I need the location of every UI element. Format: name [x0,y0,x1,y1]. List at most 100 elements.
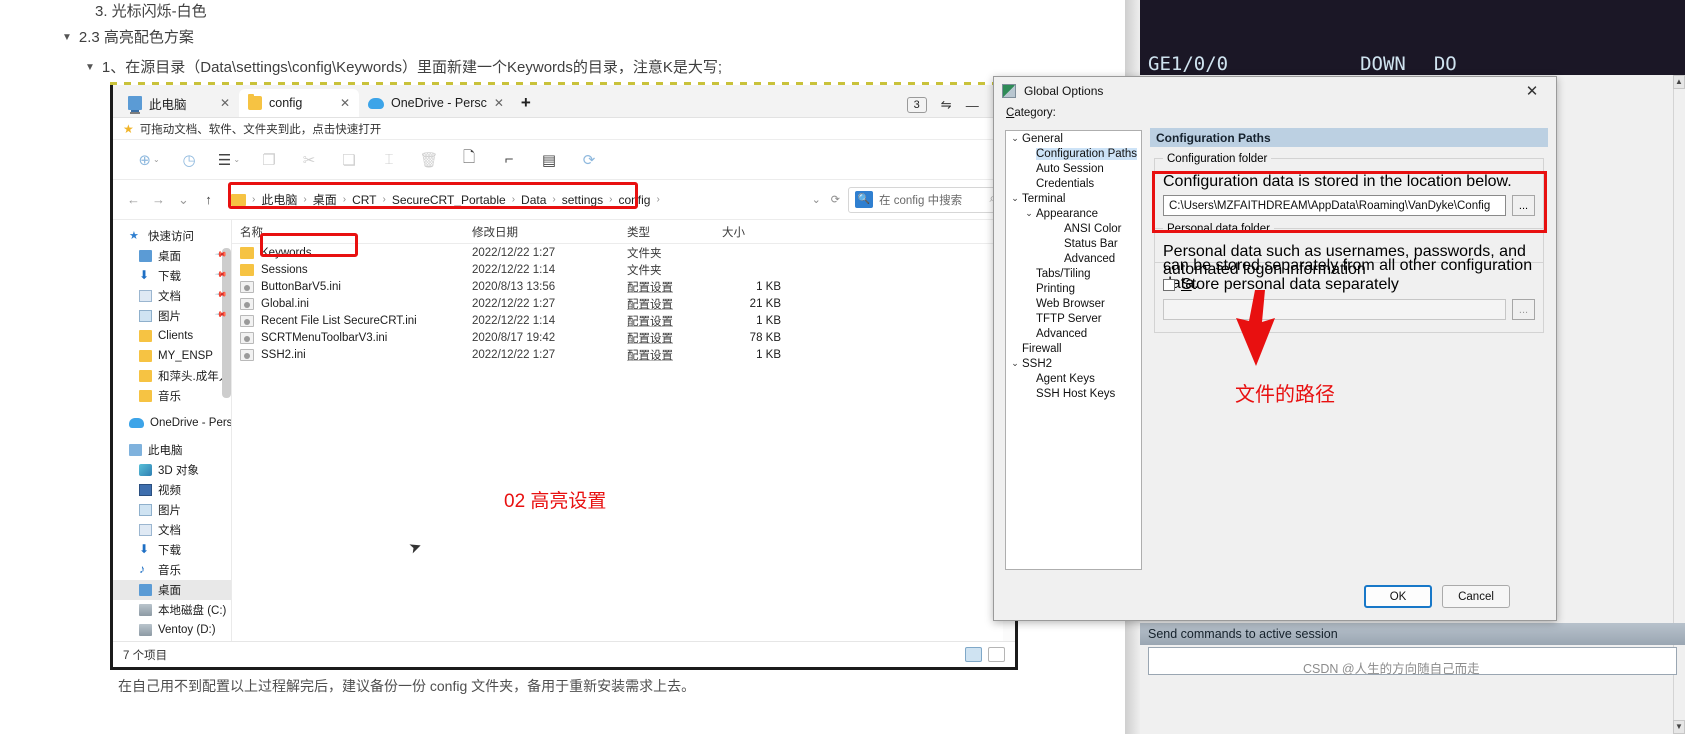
nav-item-8[interactable]: 音乐 [113,386,231,406]
close-icon[interactable]: ✕ [1514,78,1550,104]
nav-item-13[interactable]: 图片 [113,500,231,520]
preview-button[interactable]: ▤ [529,145,569,175]
table-row[interactable]: Recent File List SecureCRT.ini 2022/12/22… [232,312,1015,329]
category-node-15[interactable]: ⌄ SSH2 [1006,356,1141,371]
nav-item-17[interactable]: 桌面 [113,580,231,600]
nav-item-19[interactable]: Ventoy (D:) [113,620,231,640]
breadcrumb-item[interactable]: CRT [352,193,376,207]
category-node-16[interactable]: Agent Keys [1006,371,1141,386]
category-node-12[interactable]: TFTP Server [1006,311,1141,326]
category-node-4[interactable]: ⌄ Terminal [1006,191,1141,206]
column-header-name[interactable]: 名称 [232,224,464,240]
new-item-button[interactable]: ⊕ ⌄ [129,145,169,175]
address-dropdown-icon[interactable]: ⌄ [812,193,821,206]
chevron-down-icon[interactable]: ⌄ [1008,358,1022,369]
search-input[interactable]: 🔍 在 config 中搜索 ⌕ [848,186,1003,213]
category-node-9[interactable]: Tabs/Tiling [1006,266,1141,281]
category-node-0[interactable]: ⌄ General [1006,131,1141,146]
category-node-2[interactable]: Auto Session [1006,161,1141,176]
tab-close-icon[interactable]: ✕ [340,96,350,110]
table-row[interactable]: Keywords 2022/12/22 1:27 文件夹 [232,244,1015,261]
breadcrumb-item[interactable]: config [618,193,650,207]
table-row[interactable]: ButtonBarV5.ini 2020/8/13 13:56 配置设置 1 KB [232,278,1015,295]
table-row[interactable]: Sessions 2022/12/22 1:14 文件夹 [232,261,1015,278]
delete-button[interactable]: 🗑 [409,145,449,175]
explorer-tab-config[interactable]: config ✕ [239,89,359,117]
breadcrumb[interactable]: › 此电脑 › 桌面 › CRT › SecureCRT_Portable › … [225,187,804,213]
table-row[interactable]: SSH2.ini 2022/12/22 1:27 配置设置 1 KB [232,346,1015,363]
category-node-17[interactable]: SSH Host Keys [1006,386,1141,401]
nav-item-2[interactable]: ⬇ 下载 📌 [113,266,231,286]
chevron-down-icon[interactable]: ⌄ [1008,193,1022,204]
copy-button[interactable]: ❐ [249,145,289,175]
ok-button[interactable]: OK [1364,585,1432,608]
breadcrumb-item[interactable]: SecureCRT_Portable [392,193,506,207]
breadcrumb-item[interactable]: settings [562,193,603,207]
category-node-6[interactable]: ANSI Color [1006,221,1141,236]
scroll-up-arrow-icon[interactable]: ▲ [1673,75,1685,89]
recent-locations-icon[interactable]: ⌄ [175,192,192,208]
nav-item-11[interactable]: 3D 对象 [113,460,231,480]
nav-item-9[interactable]: OneDrive - Pers [113,413,231,433]
cut-button[interactable]: ✂ [289,145,329,175]
details-view-button[interactable] [965,647,982,662]
refresh-button[interactable]: ⟳ [569,145,609,175]
sort-button[interactable]: ☰ ⌄ [209,145,249,175]
column-header-type[interactable]: 类型 [619,224,714,240]
forward-icon[interactable]: → [150,192,167,207]
chevron-down-icon[interactable]: ⌄ [1008,133,1022,144]
scroll-down-arrow-icon[interactable]: ▼ [1673,720,1685,734]
nav-item-10[interactable]: 此电脑 [113,440,231,460]
category-node-10[interactable]: Printing [1006,281,1141,296]
tiles-view-button[interactable] [988,647,1005,662]
back-icon[interactable]: ← [125,192,142,207]
tab-close-icon[interactable]: ✕ [494,96,504,110]
category-node-5[interactable]: ⌄ Appearance [1006,206,1141,221]
minimize-button[interactable]: — [966,98,979,113]
chevron-down-icon[interactable]: ⌄ [1022,208,1036,219]
nav-item-5[interactable]: Clients [113,326,231,346]
new-tab-button[interactable]: + [521,93,531,113]
breadcrumb-item[interactable]: 桌面 [313,191,337,208]
table-row[interactable]: Global.ini 2022/12/22 1:27 配置设置 21 KB [232,295,1015,312]
category-node-8[interactable]: Advanced [1006,251,1141,266]
tab-close-icon[interactable]: ✕ [220,96,230,110]
up-icon[interactable]: ↑ [200,192,217,207]
history-button[interactable]: ◷ [169,145,209,175]
column-header-size[interactable]: 大小 [714,224,799,240]
nav-item-7[interactable]: 和萍头.成年人修 [113,366,231,386]
breadcrumb-item[interactable]: 此电脑 [261,191,297,208]
nav-item-3[interactable]: 文档 📌 [113,286,231,306]
nav-item-15[interactable]: ⬇ 下载 [113,540,231,560]
nav-item-12[interactable]: 视频 [113,480,231,500]
address-refresh-icon[interactable]: ⟳ [831,193,840,206]
nav-item-18[interactable]: 本地磁盘 (C:) [113,600,231,620]
category-tree[interactable]: ⌄ General Configuration Paths Auto Session C… [1005,130,1142,570]
breadcrumb-item[interactable]: Data [521,193,546,207]
category-node-3[interactable]: Credentials [1006,176,1141,191]
table-row[interactable]: SCRTMenuToolbarV3.ini 2020/8/17 19:42 配置设置… [232,329,1015,346]
category-node-13[interactable]: Advanced [1006,326,1141,341]
category-node-14[interactable]: Firewall [1006,341,1141,356]
collapse-caret-icon[interactable]: ▼ [85,62,95,73]
category-node-1[interactable]: Configuration Paths [1006,146,1141,161]
nav-item-1[interactable]: 桌面 📌 [113,246,231,266]
tab-list-icon[interactable]: ⇋ [941,97,952,113]
nav-item-14[interactable]: 文档 [113,520,231,540]
new-folder-button[interactable]: 🗋 [449,145,489,175]
category-node-11[interactable]: Web Browser [1006,296,1141,311]
nav-item-16[interactable]: ♪ 音乐 [113,560,231,580]
collapse-caret-icon[interactable]: ▼ [62,32,72,43]
store-personal-data-checkbox[interactable] [1163,279,1175,291]
nav-item-0[interactable]: ★ 快速访问 [113,226,231,246]
explorer-tab-onedrive[interactable]: OneDrive - Persc ✕ [359,89,513,117]
cancel-button[interactable]: Cancel [1442,585,1510,608]
category-node-7[interactable]: Status Bar [1006,236,1141,251]
explorer-dropzone-bar[interactable]: ★ 可拖动文档、软件、文件夹到此，点击快速打开 [113,118,1015,140]
paste-button[interactable]: ❏ [329,145,369,175]
explorer-tab-this-pc[interactable]: 此电脑 ✕ [119,89,239,117]
rename-button[interactable]: ⌶ [369,145,409,175]
crop-button[interactable]: ⌐ [489,145,529,175]
nav-item-4[interactable]: 图片 📌 [113,306,231,326]
column-header-date[interactable]: 修改日期 [464,224,619,240]
